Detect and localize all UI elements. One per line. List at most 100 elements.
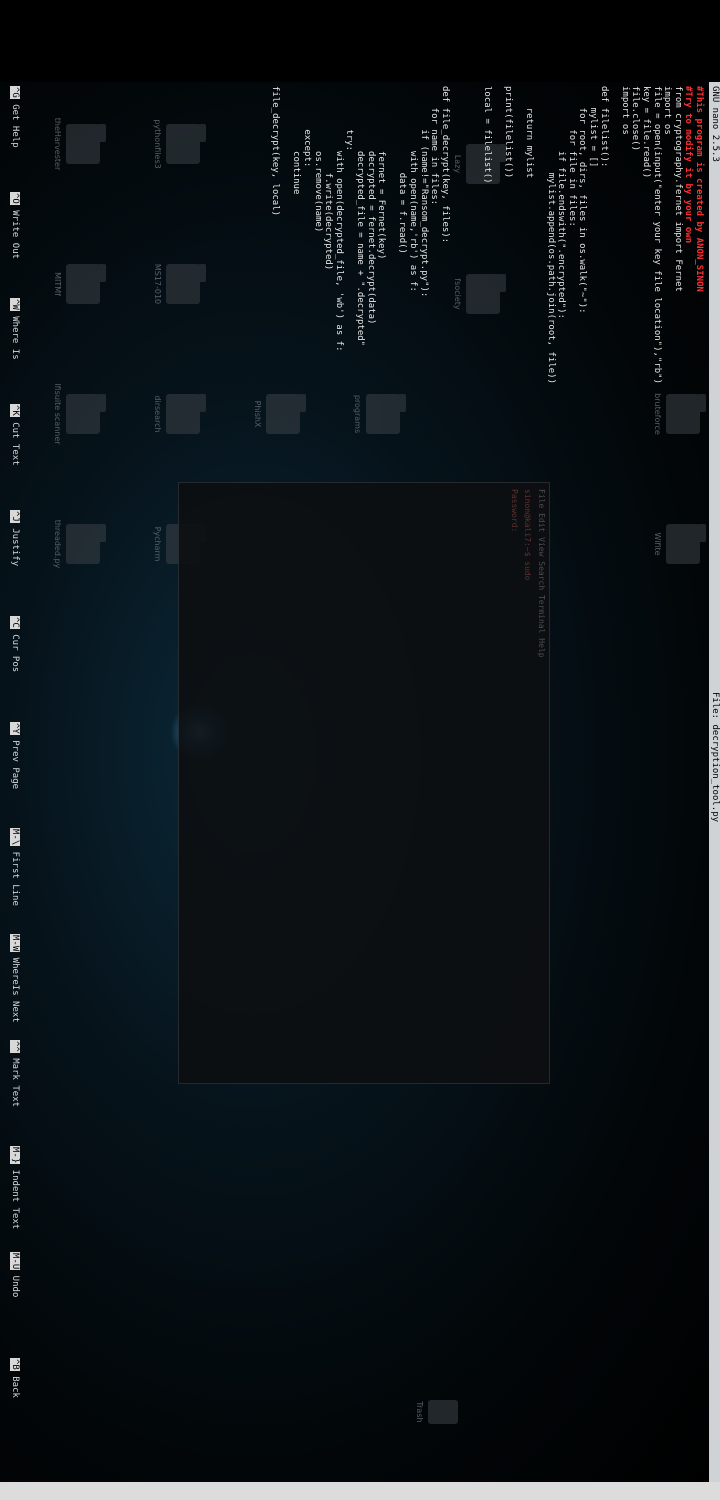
code-line[interactable]: key = file.read() (640, 86, 651, 384)
code-line[interactable]: from cryptography.fernet import Fernet (672, 86, 683, 384)
code-line[interactable]: except: (301, 86, 312, 384)
code-line[interactable]: def file_decrypt(key, files): (439, 86, 450, 384)
desktop-icon-label: programs (353, 394, 362, 434)
desktop-icon-label: Pycharm (153, 526, 162, 562)
code-line[interactable]: decrypted_file = name + ".decrypted" (354, 86, 365, 384)
code-line[interactable]: decrypted = fernet.decrypt(data) (365, 86, 376, 384)
code-line[interactable]: for name in files: (429, 86, 439, 384)
shortcut-label: Undo (10, 1270, 20, 1298)
shortcut-label: Cur Pos (10, 628, 20, 673)
code-line[interactable]: for file in files: (566, 86, 577, 384)
code-line[interactable] (471, 86, 482, 384)
code-line[interactable]: return mylist (524, 86, 535, 384)
desktop-icon-label: dirsearch (153, 395, 162, 433)
desktop-icon-label: MITMf (53, 272, 62, 296)
shortcut-item[interactable]: ^K Cut Text (10, 404, 20, 466)
code-editor[interactable]: #This program is created by ANON_SINON #T… (270, 86, 704, 384)
code-line[interactable]: #Try to modify it by your own (683, 86, 693, 384)
code-line[interactable] (535, 86, 546, 384)
desktop-icon-label: lfisuite scanner (53, 383, 62, 445)
shortcut-item[interactable]: ^G Get Help (10, 86, 20, 148)
code-line[interactable]: continue (291, 86, 301, 384)
desktop-icon-label: bruteforce (653, 393, 662, 435)
shortcut-item[interactable]: ^Y Prev Page (10, 722, 20, 789)
desktop-icon-ms17-010[interactable]: MS17-010 (142, 252, 200, 316)
shortcut-item[interactable]: ^B Back (10, 1358, 20, 1398)
trash-icon (428, 1400, 458, 1424)
shortcut-key: ^Y (10, 722, 20, 735)
background-terminal-window[interactable]: File Edit View Search Terminal Help sino… (178, 482, 550, 1084)
shortcut-item[interactable]: M-W WhereIs Next (10, 934, 20, 1023)
code-line[interactable] (450, 86, 461, 384)
terminal-menu-bar[interactable]: File Edit View Search Terminal Help (534, 483, 549, 1083)
code-line[interactable] (609, 86, 620, 384)
desktop-icon-label: MS17-010 (153, 263, 162, 305)
shortcut-item[interactable]: M-U Undo (10, 1252, 20, 1297)
shortcut-item[interactable]: ^C Cur Pos (10, 616, 20, 672)
code-line[interactable]: #This program is created by ANON_SINON (693, 86, 704, 384)
nano-shortcut-bar: ^G Get Help ^O Write Out ^W Where Is ^K Cut… (0, 82, 20, 1482)
code-line[interactable]: def filelist(): (598, 86, 609, 384)
desktop-icon-mitmf[interactable]: MITMf (42, 252, 100, 316)
shortcut-label: Where Is (10, 310, 20, 360)
shortcut-item[interactable]: ^W Where Is (10, 298, 20, 360)
code-line[interactable]: import os (662, 86, 672, 384)
code-line[interactable] (492, 86, 503, 384)
desktop-icon-threaded[interactable]: threaded.py (42, 512, 100, 576)
nano-title-bar: GNU nano 2.5.3 File: decryption_tool.py (709, 82, 720, 1482)
shortcut-label: Cut Text (10, 416, 20, 466)
folder-icon (666, 394, 700, 434)
folder-icon (66, 394, 100, 434)
code-line[interactable] (513, 86, 524, 384)
code-line[interactable]: file.close() (630, 86, 640, 384)
code-line[interactable]: mylist = [] (587, 86, 598, 384)
terminal-prompt: sinon@kali7:~$ sudo (523, 489, 532, 581)
shortcut-label: Mark Text (10, 1052, 20, 1108)
desktop-icon-bruteforce[interactable]: bruteforce (642, 382, 700, 446)
shortcut-item[interactable]: ^J Justify (10, 510, 20, 566)
shortcut-label: Write Out (10, 204, 20, 260)
code-line[interactable]: for root, dirs, files in os.walk("~"): (577, 86, 587, 384)
shortcut-key: ^W (10, 298, 20, 311)
code-line[interactable]: data = f.read() (397, 86, 407, 384)
navigation-bar (0, 1482, 720, 1500)
shortcut-item[interactable]: M-} Indent Text (10, 1146, 20, 1229)
code-line[interactable]: if file.endswith(".encrypted"): (556, 86, 566, 384)
code-line[interactable]: os.remove(name) (312, 86, 323, 384)
code-line[interactable]: fernet = Fernet(key) (376, 86, 386, 384)
code-line[interactable]: with open(name,'rb') as f: (407, 86, 418, 384)
shortcut-key: ^B (10, 1358, 20, 1371)
code-line[interactable]: file = open(input("enter your key file l… (651, 86, 662, 384)
nano-file-name: File: decryption_tool.py (710, 692, 720, 823)
desktop-icon-theharvester[interactable]: theHarvester (42, 112, 100, 176)
code-line[interactable]: mylist.append(os.path.join(root, file)) (545, 86, 556, 384)
desktop-icon-pythonfiles3[interactable]: pythonfiles3 (142, 112, 200, 176)
code-line[interactable] (280, 86, 291, 384)
code-line[interactable]: f.write(decrypted) (323, 86, 333, 384)
shortcut-label: First Line (10, 846, 20, 906)
shortcut-label: Justify (10, 522, 20, 567)
desktop-icon-trash[interactable]: Trash (398, 1392, 458, 1432)
code-line[interactable]: print(filelist()) (503, 86, 513, 384)
shortcut-item[interactable]: ^^ Mark Text (10, 1040, 20, 1107)
shortcut-key: ^G (10, 86, 20, 99)
shortcut-item[interactable]: ^O Write Out (10, 192, 20, 259)
code-line[interactable] (386, 86, 397, 384)
desktop-icon-wifite[interactable]: Wifite (642, 512, 700, 576)
shortcut-key: M-\ (10, 828, 20, 847)
rotated-desktop: Wifite bruteforce Lazy fsociety programs… (0, 82, 720, 1482)
terminal-password-prompt: Password: (510, 489, 519, 533)
desktop-icon-phishx[interactable]: PhishX (242, 382, 300, 446)
folder-icon (166, 394, 200, 434)
code-line[interactable]: local = filelist() (482, 86, 492, 384)
code-line[interactable]: if (name!="Ransom_decrypt.py"): (418, 86, 429, 384)
code-line[interactable]: try: (344, 86, 354, 384)
desktop-icon-lfisuite[interactable]: lfisuite scanner (42, 382, 100, 446)
code-line[interactable]: import os (619, 86, 630, 384)
code-line[interactable]: file_decrypt(key, local) (270, 86, 280, 384)
code-line[interactable]: with open(decrypted_file, 'wb') as f: (333, 86, 344, 384)
desktop-icon-programs[interactable]: programs (342, 382, 400, 446)
code-line[interactable] (460, 86, 471, 384)
shortcut-item[interactable]: M-\ First Line (10, 828, 20, 906)
desktop-icon-dirsearch[interactable]: dirsearch (142, 382, 200, 446)
